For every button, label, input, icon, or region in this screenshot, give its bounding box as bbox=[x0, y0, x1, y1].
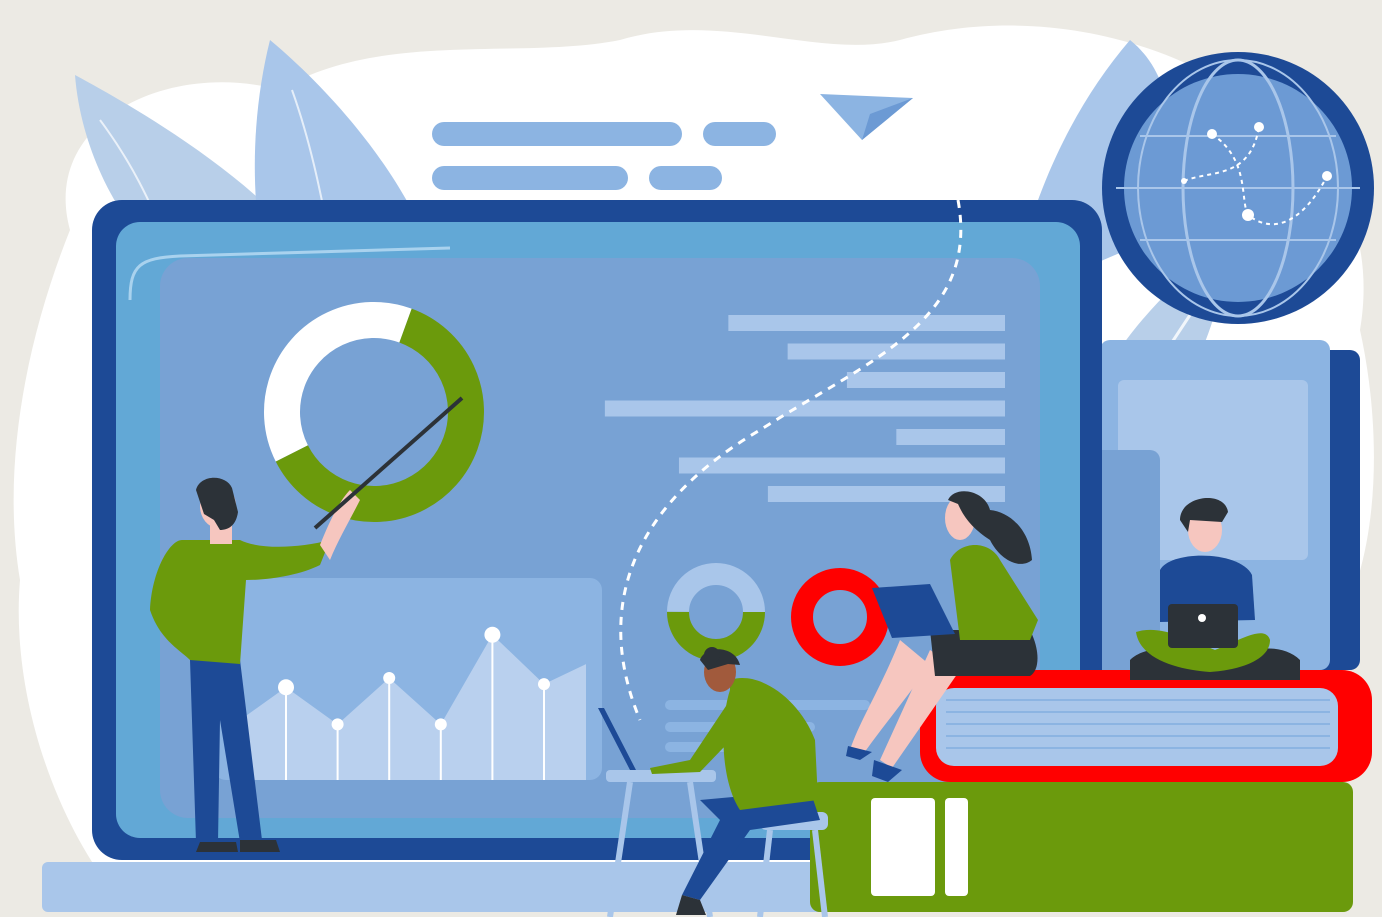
bar-dark bbox=[511, 400, 605, 417]
line-chart-point bbox=[538, 678, 550, 691]
line-chart-point bbox=[331, 718, 344, 731]
bar-dark bbox=[511, 486, 768, 502]
bar-dark bbox=[511, 315, 729, 331]
bar-light bbox=[728, 315, 1005, 331]
bar-light bbox=[787, 343, 1005, 360]
line-chart-point bbox=[484, 626, 501, 643]
line-chart-panel bbox=[214, 578, 602, 780]
bar-dark bbox=[511, 343, 788, 360]
bar-light bbox=[846, 372, 1005, 388]
scene-illustration bbox=[0, 0, 1382, 917]
bar-light bbox=[896, 429, 1005, 445]
line-chart-point bbox=[278, 679, 294, 696]
globe-icon bbox=[1102, 52, 1374, 324]
bar-light bbox=[678, 457, 1005, 474]
bar-dark bbox=[511, 429, 897, 445]
line-chart-point bbox=[383, 672, 396, 684]
bar-dark bbox=[511, 372, 847, 388]
line-chart-point bbox=[434, 718, 447, 731]
bar-dark bbox=[511, 457, 679, 474]
